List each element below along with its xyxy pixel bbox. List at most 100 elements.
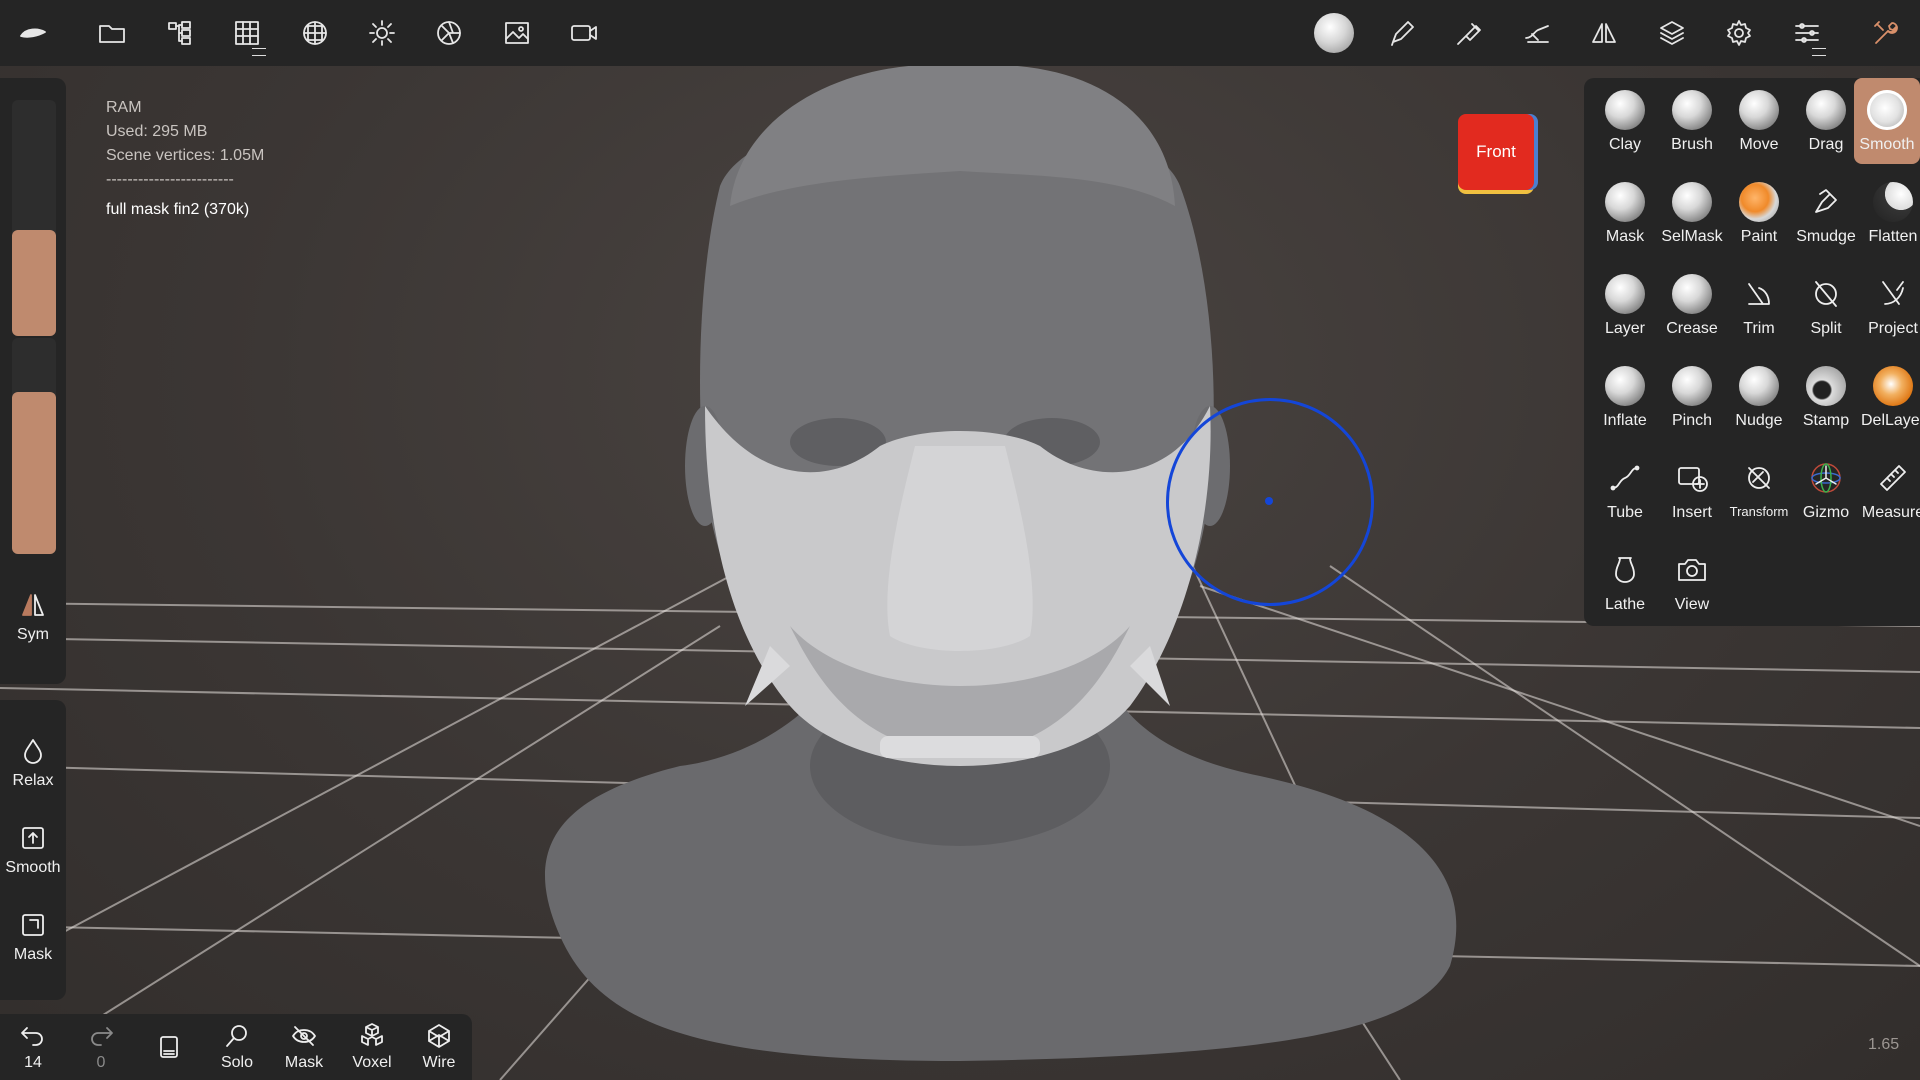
tool-label: Smudge: [1796, 228, 1856, 245]
tool-clay[interactable]: Clay: [1592, 78, 1658, 164]
background-image-icon[interactable]: [496, 12, 538, 54]
dellayer-icon: [1873, 366, 1913, 406]
tool-measure[interactable]: Measure: [1860, 446, 1920, 532]
tool-project[interactable]: Project: [1860, 262, 1920, 348]
selmask-icon: [1672, 182, 1712, 222]
tool-nudge[interactable]: Nudge: [1726, 354, 1792, 440]
undo-icon: [21, 1027, 43, 1046]
lathe-vase-icon: [1615, 557, 1635, 583]
history-button[interactable]: [138, 1034, 200, 1066]
tool-lathe[interactable]: Lathe: [1592, 538, 1658, 624]
view-cube-label: Front: [1476, 142, 1516, 161]
tool-stamp[interactable]: Stamp: [1793, 354, 1859, 440]
project-icon: [1882, 281, 1904, 305]
voxel-button[interactable]: Voxel: [341, 1022, 403, 1072]
left-panel: Sym: [0, 78, 66, 684]
tool-tube[interactable]: Tube: [1592, 446, 1658, 532]
material-ball-icon[interactable]: [1313, 12, 1355, 54]
stroke-icon[interactable]: [1516, 12, 1558, 54]
tool-gizmo[interactable]: Gizmo: [1793, 446, 1859, 532]
tool-trim[interactable]: Trim: [1726, 262, 1792, 348]
tool-label: Flatten: [1868, 228, 1918, 245]
eye-off-icon: [292, 1026, 316, 1046]
tool-transform[interactable]: Transform: [1726, 446, 1792, 532]
light-icon[interactable]: [361, 12, 403, 54]
pinch-icon: [1672, 366, 1712, 406]
mask-visibility-label: Mask: [284, 1054, 324, 1071]
mask-label: Mask: [13, 946, 53, 963]
tool-label: View: [1674, 596, 1710, 613]
relax-label: Relax: [12, 772, 54, 789]
tool-dellayer[interactable]: DelLayer: [1860, 354, 1920, 440]
gizmo-icon: [1811, 463, 1841, 493]
transform-icon: [1748, 467, 1770, 489]
tool-split[interactable]: Split: [1793, 262, 1859, 348]
solo-label: Solo: [220, 1054, 254, 1071]
grid-icon[interactable]: [226, 12, 268, 56]
wireframe-icon: [428, 1024, 450, 1048]
tool-label: Lathe: [1604, 596, 1646, 613]
tool-label: Split: [1810, 320, 1842, 337]
ram-label: RAM: [106, 99, 142, 116]
mask-visibility-button[interactable]: Mask: [273, 1022, 335, 1072]
solo-button[interactable]: Solo: [206, 1022, 268, 1072]
fps-readout: 1.65: [1868, 1036, 1900, 1053]
tool-smooth[interactable]: Smooth: [1854, 78, 1920, 164]
wire-button[interactable]: Wire: [408, 1022, 470, 1072]
tool-selmask[interactable]: SelMask: [1659, 170, 1725, 256]
tool-layer[interactable]: Layer: [1592, 262, 1658, 348]
tools-icon[interactable]: [1865, 12, 1907, 54]
tool-label: Mask: [1605, 228, 1645, 245]
sym-button[interactable]: Sym: [0, 590, 66, 644]
tool-flatten[interactable]: Flatten: [1860, 170, 1920, 256]
tool-pinch[interactable]: Pinch: [1659, 354, 1725, 440]
pen-icon[interactable]: [1381, 12, 1423, 54]
smooth-button[interactable]: Smooth: [0, 823, 66, 877]
topology-icon[interactable]: [294, 12, 336, 54]
tool-view[interactable]: View: [1659, 538, 1725, 624]
video-icon[interactable]: [563, 12, 605, 54]
symmetry-icon[interactable]: [1583, 12, 1625, 54]
tool-inflate[interactable]: Inflate: [1592, 354, 1658, 440]
left-panel-actions: Relax Smooth Mask: [0, 700, 66, 1000]
tool-mask[interactable]: Mask: [1592, 170, 1658, 256]
logo-icon[interactable]: [12, 12, 54, 54]
view-cube[interactable]: Front: [1458, 114, 1534, 190]
mask-icon: [1605, 182, 1645, 222]
tool-label: Transform: [1729, 504, 1789, 519]
settings-icon[interactable]: [1718, 12, 1760, 54]
material-icon[interactable]: [428, 12, 470, 54]
tool-brush[interactable]: Brush: [1659, 78, 1725, 164]
bottom-toolbar: 14 0 Solo Mask Voxel Wire: [0, 1014, 472, 1080]
ram-used: Used: 295 MB: [106, 123, 208, 140]
sym-label: Sym: [17, 626, 49, 643]
drop-icon: [24, 739, 42, 764]
tool-paint[interactable]: Paint: [1726, 170, 1792, 256]
mask-button[interactable]: Mask: [0, 910, 66, 964]
tube-icon: [1610, 465, 1640, 491]
tool-insert[interactable]: Insert: [1659, 446, 1725, 532]
layers-icon[interactable]: [1651, 12, 1693, 54]
tool-label: Tube: [1607, 504, 1643, 521]
inflate-icon: [1605, 366, 1645, 406]
tool-crease[interactable]: Crease: [1659, 262, 1725, 348]
tool-label: Move: [1739, 136, 1779, 153]
folder-icon[interactable]: [91, 12, 133, 54]
brush-cursor: [1166, 398, 1374, 606]
tool-smudge[interactable]: Smudge: [1793, 170, 1859, 256]
mask-box-icon: [22, 914, 44, 936]
flatten-icon: [1873, 182, 1913, 222]
sliders-icon[interactable]: [1786, 12, 1828, 56]
top-toolbar: [0, 0, 1920, 66]
brush-settings-icon[interactable]: [1448, 12, 1490, 54]
undo-button[interactable]: 14: [2, 1022, 64, 1072]
scene-vertices: Scene vertices: 1.05M: [106, 147, 265, 164]
redo-button[interactable]: 0: [70, 1022, 132, 1072]
relax-button[interactable]: Relax: [0, 736, 66, 790]
split-icon: [1815, 281, 1837, 307]
smudge-icon: [1815, 189, 1837, 213]
tool-move[interactable]: Move: [1726, 78, 1792, 164]
scene-tree-icon[interactable]: [159, 12, 201, 54]
scene-info: RAM Used: 295 MB Scene vertices: 1.05M -…: [106, 96, 264, 222]
tool-drag[interactable]: Drag: [1793, 78, 1859, 164]
